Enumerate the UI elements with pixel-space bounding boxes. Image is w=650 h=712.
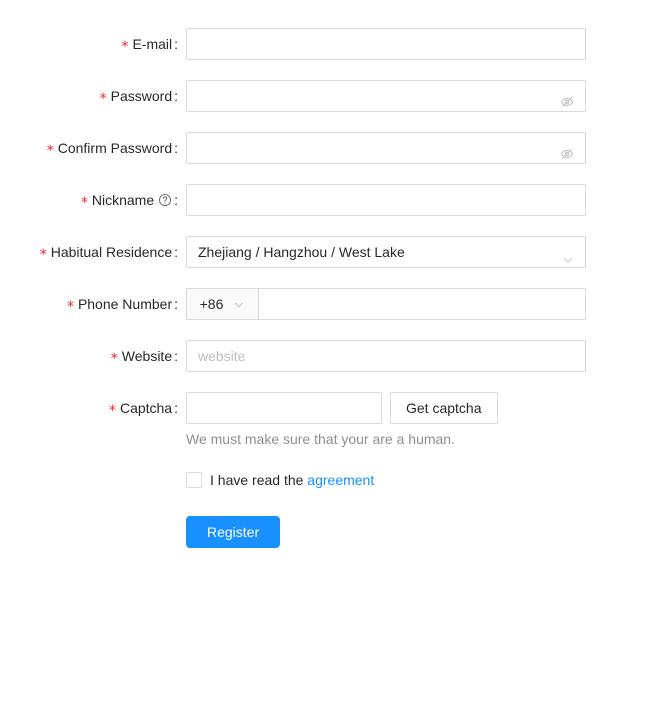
label-nickname-text: Nickname [91, 192, 155, 208]
label-colon: : [174, 296, 178, 312]
label-password-text: Password [110, 88, 173, 104]
required-asterisk: * [80, 195, 88, 211]
label-colon: : [174, 244, 178, 260]
label-submit-spacer [0, 516, 186, 548]
label-captcha: * Captcha: [0, 392, 186, 424]
captcha-help-text: We must make sure that your are a human. [186, 431, 455, 447]
form-row-confirm-password: * Confirm Password: [0, 132, 650, 164]
required-asterisk: * [39, 247, 47, 263]
email-input[interactable] [186, 28, 586, 60]
agreement-label: I have read the agreement [210, 472, 374, 488]
label-colon: : [174, 348, 178, 364]
register-button[interactable]: Register [186, 516, 281, 548]
form-row-captcha: * Captcha: Get captcha We must make sure … [0, 392, 650, 450]
agreement-checkbox[interactable] [186, 472, 202, 488]
label-colon: : [174, 88, 178, 104]
website-input[interactable]: website [186, 340, 586, 372]
agreement-line: I have read the agreement [186, 464, 650, 496]
form-row-phone: * Phone Number: +86 [0, 288, 650, 320]
website-input-placeholder: website [198, 348, 246, 364]
required-asterisk: * [121, 39, 129, 55]
label-agreement-spacer [0, 464, 186, 496]
label-residence: * Habitual Residence: [0, 236, 186, 268]
label-phone-text: Phone Number [77, 296, 173, 312]
label-confirm-password: * Confirm Password: [0, 132, 186, 164]
chevron-down-icon [562, 246, 574, 263]
residence-select-value: Zhejiang / Hangzhou / West Lake [198, 244, 405, 260]
form-row-agreement: I have read the agreement [0, 464, 650, 496]
residence-select[interactable]: Zhejiang / Hangzhou / West Lake [186, 236, 586, 268]
label-password: * Password: [0, 80, 186, 112]
field-captcha: Get captcha We must make sure that your … [186, 392, 650, 450]
chevron-down-icon [233, 298, 245, 310]
field-website: website [186, 340, 650, 372]
field-confirm-password [186, 132, 650, 164]
field-submit: Register [186, 516, 650, 548]
label-nickname: * Nickname: [0, 184, 186, 216]
nickname-input[interactable] [186, 184, 586, 216]
agreement-text: I have read the [210, 472, 304, 488]
required-asterisk: * [46, 143, 54, 159]
field-password [186, 80, 650, 112]
form-row-website: * Website: website [0, 340, 650, 372]
eye-invisible-icon[interactable] [560, 141, 574, 160]
captcha-input[interactable] [186, 392, 382, 424]
agreement-link[interactable]: agreement [307, 472, 374, 488]
field-agreement: I have read the agreement [186, 464, 650, 496]
phone-input-group: +86 [186, 288, 586, 320]
label-website-text: Website [121, 348, 173, 364]
field-residence: Zhejiang / Hangzhou / West Lake [186, 236, 650, 268]
required-asterisk: * [110, 351, 118, 367]
get-captcha-button[interactable]: Get captcha [390, 392, 498, 424]
label-colon: : [174, 140, 178, 156]
form-row-password: * Password: [0, 80, 650, 112]
required-asterisk: * [99, 91, 107, 107]
field-phone: +86 [186, 288, 650, 320]
label-colon: : [174, 36, 178, 52]
registration-form: * E-mail: * Password: * Confirm Password… [0, 0, 650, 548]
label-phone: * Phone Number: [0, 288, 186, 320]
field-nickname [186, 184, 650, 216]
form-row-residence: * Habitual Residence: Zhejiang / Hangzhou… [0, 236, 650, 268]
label-confirm-password-text: Confirm Password [57, 140, 173, 156]
label-colon: : [174, 400, 178, 416]
label-email: * E-mail: [0, 28, 186, 60]
captcha-input-row: Get captcha [186, 392, 650, 424]
label-residence-text: Habitual Residence [50, 244, 173, 260]
required-asterisk: * [66, 299, 74, 315]
form-row-email: * E-mail: [0, 28, 650, 60]
eye-invisible-icon[interactable] [560, 89, 574, 108]
form-row-submit: Register [0, 516, 650, 548]
label-website: * Website: [0, 340, 186, 372]
label-colon: : [174, 192, 178, 208]
required-asterisk: * [108, 403, 116, 419]
form-row-nickname: * Nickname: [0, 184, 650, 216]
field-email [186, 28, 650, 60]
phone-country-code-value: +86 [199, 296, 224, 312]
phone-country-code-select[interactable]: +86 [186, 288, 258, 320]
question-circle-icon[interactable] [158, 186, 172, 207]
label-captcha-text: Captcha [119, 400, 173, 416]
label-email-text: E-mail [132, 36, 173, 52]
phone-number-input[interactable] [258, 288, 586, 320]
confirm-password-input[interactable] [186, 132, 586, 164]
password-input[interactable] [186, 80, 586, 112]
